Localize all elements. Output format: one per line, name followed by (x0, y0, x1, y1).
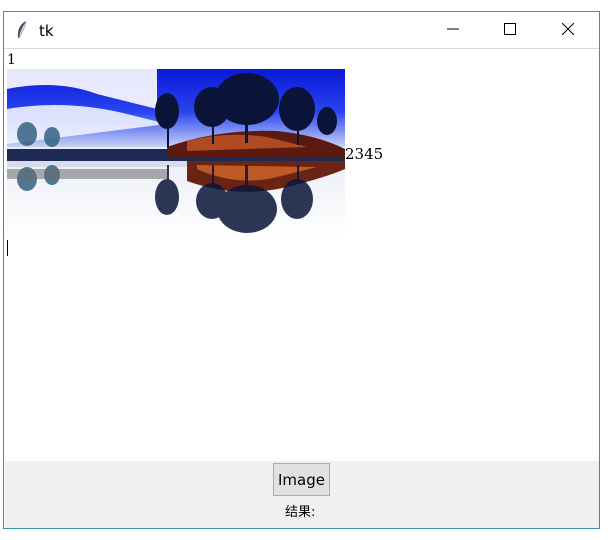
close-button[interactable] (546, 12, 592, 48)
feather-icon (17, 20, 27, 39)
embedded-landscape-image (7, 69, 345, 239)
bottom-panel: Image 结果: (5, 461, 599, 528)
close-icon (562, 23, 574, 35)
maximize-button[interactable] (488, 12, 534, 48)
inserted-text: 2345 (345, 145, 384, 163)
minimize-button[interactable] (431, 12, 477, 48)
minimize-icon (447, 28, 459, 30)
text-widget[interactable]: 1 2345 (5, 50, 599, 461)
text-cursor (7, 240, 8, 256)
result-label: 结果: (285, 505, 316, 520)
title-bar[interactable]: tk (4, 12, 599, 49)
app-window: tk 1 2345 Image 结果: (3, 11, 600, 529)
text-line-1: 1 (7, 52, 16, 68)
maximize-icon (504, 23, 516, 35)
window-title: tk (39, 22, 54, 40)
image-button[interactable]: Image (273, 463, 330, 496)
